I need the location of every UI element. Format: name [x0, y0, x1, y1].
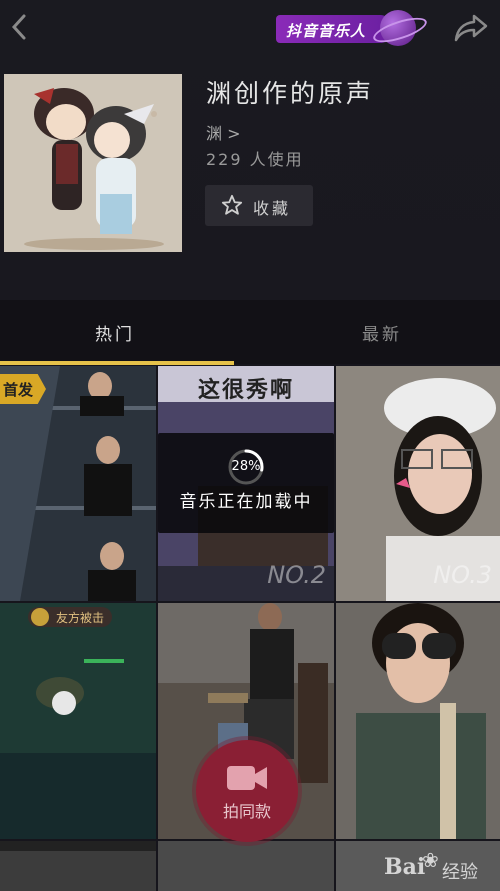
video-thumb-3[interactable]: NO.3: [336, 366, 500, 601]
favorite-button[interactable]: 收藏: [205, 185, 313, 226]
video-frame: [336, 603, 500, 839]
video-thumb-8[interactable]: [158, 841, 334, 891]
first-release-text: 首发: [3, 381, 34, 399]
music-creator-badge[interactable]: 抖音音乐人: [276, 8, 430, 48]
tab-hot[interactable]: 热门: [95, 320, 135, 345]
game-label: 友方被击: [56, 611, 105, 625]
video-caption: 这很秀啊: [198, 378, 295, 403]
album-cover: [4, 74, 182, 252]
video-frame: [158, 841, 334, 891]
watermark-brand: Bai: [384, 854, 426, 880]
first-release-tag: 首发: [0, 374, 46, 404]
video-frame: [0, 603, 156, 839]
video-thumb-4[interactable]: 友方被击: [0, 603, 156, 839]
share-button[interactable]: [452, 12, 490, 44]
shoot-same-button[interactable]: 拍同款: [196, 740, 298, 842]
baidu-watermark: Bai ❀ 经验: [384, 848, 496, 888]
video-frame: [0, 841, 156, 891]
chevron-left-icon: [11, 14, 26, 40]
favorite-label: 收藏: [253, 199, 292, 218]
video-camera-icon: [227, 766, 267, 790]
video-thumb-1[interactable]: 首发: [0, 366, 156, 601]
music-title: 渊创作的原声: [206, 79, 375, 108]
video-thumb-6[interactable]: [336, 603, 500, 839]
watermark-suffix: 经验: [442, 862, 478, 883]
tab-bar: 热门 最新: [0, 300, 500, 364]
author-link[interactable]: 渊 >: [206, 120, 241, 144]
loading-percent: 28%: [231, 459, 261, 474]
tab-new[interactable]: 最新: [362, 320, 402, 345]
rank-label-2: NO.2: [267, 561, 326, 589]
rank-label-3: NO.3: [433, 561, 492, 589]
video-thumb-7[interactable]: [0, 841, 156, 891]
anime-illustration: [4, 74, 182, 252]
back-button[interactable]: [6, 12, 34, 42]
paw-icon: ❀: [422, 848, 439, 872]
shoot-same-label: 拍同款: [222, 802, 271, 821]
share-icon: [454, 14, 488, 42]
tab-indicator: [0, 361, 234, 365]
star-icon: [221, 194, 243, 215]
badge-text: 抖音音乐人: [286, 22, 367, 40]
usage-count: 229 人使用: [206, 150, 304, 169]
loading-message: 音乐正在加载中: [179, 492, 313, 512]
